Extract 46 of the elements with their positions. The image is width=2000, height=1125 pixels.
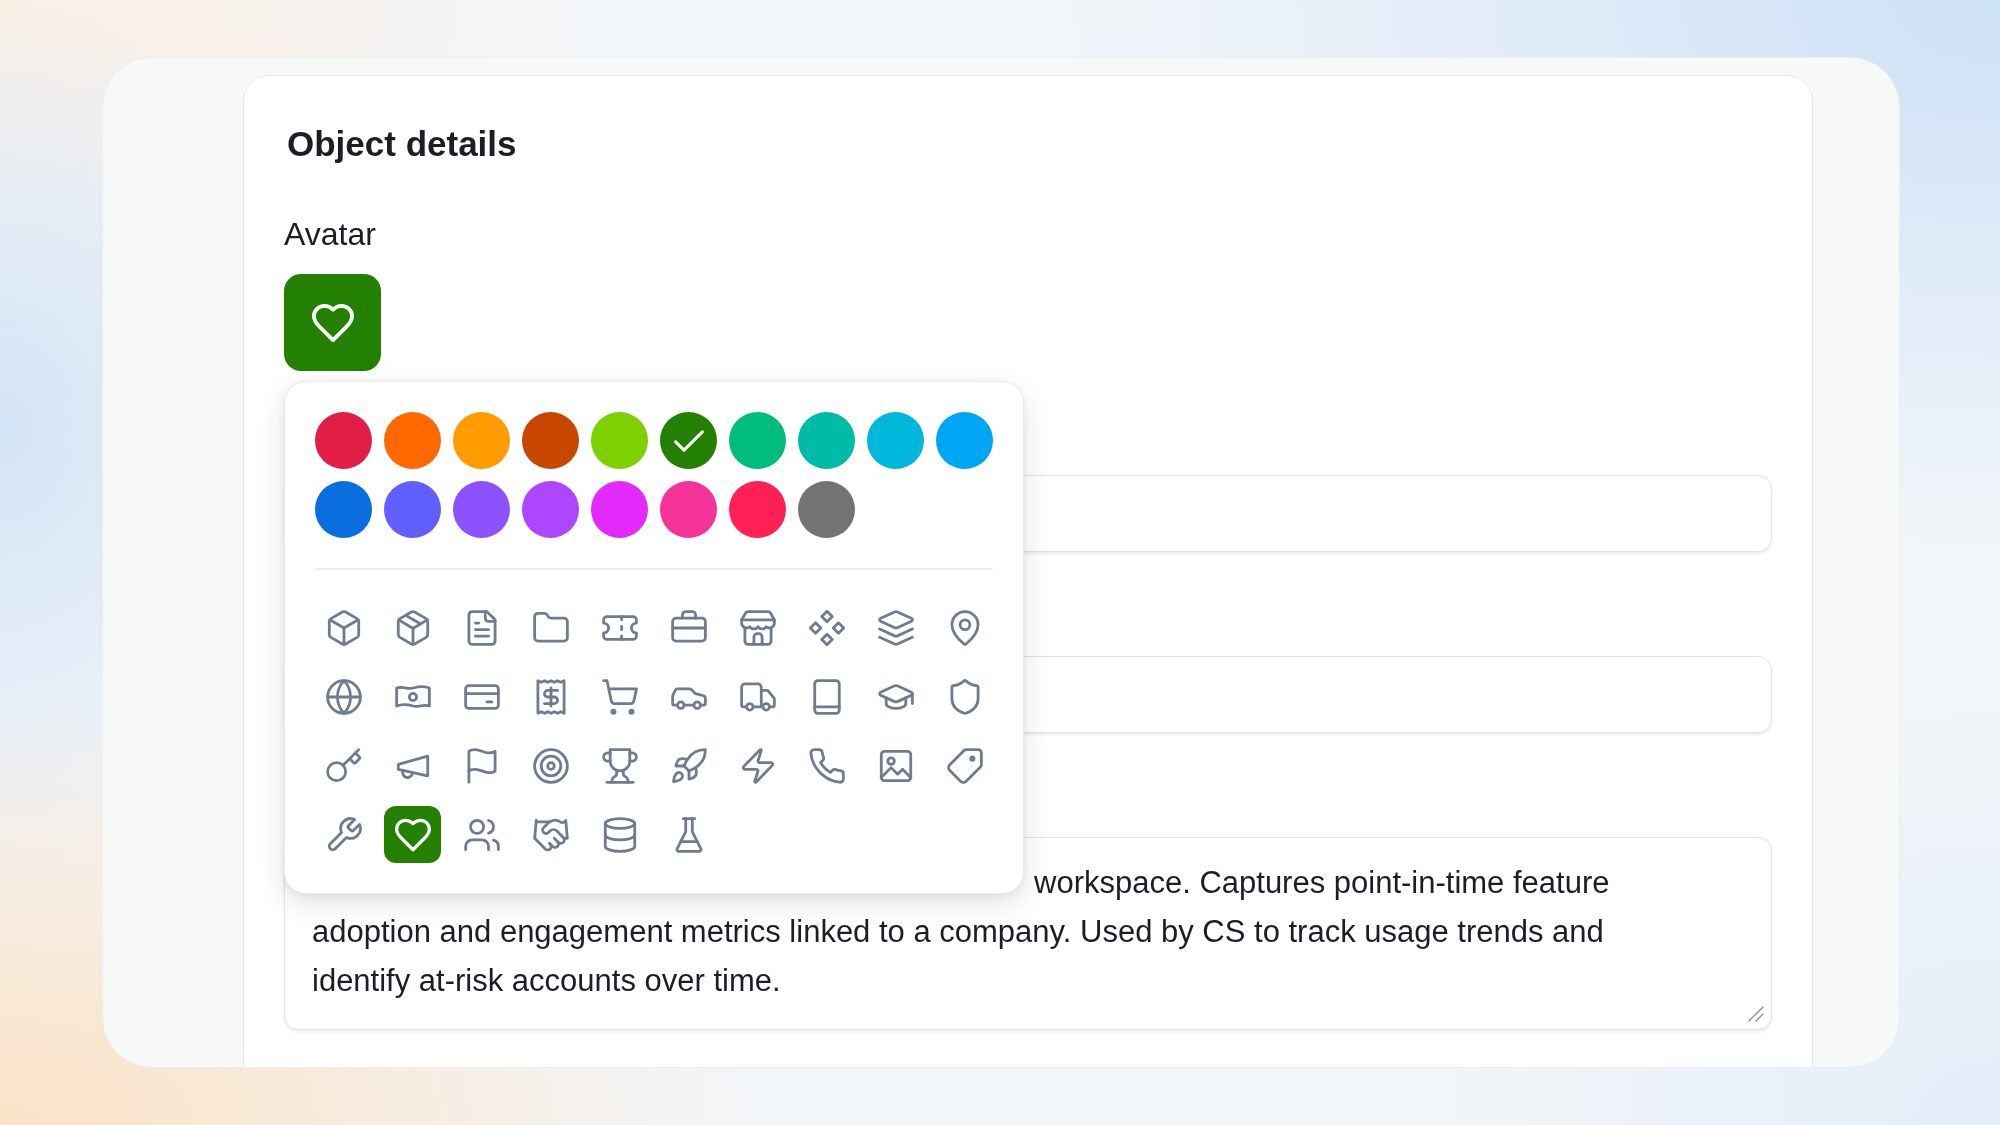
color-swatch-icon[interactable]	[522, 481, 579, 538]
users-icon[interactable]	[463, 816, 500, 853]
globe-icon[interactable]	[325, 678, 362, 715]
diamonds-icon[interactable]	[808, 609, 845, 646]
key-icon[interactable]	[325, 747, 362, 784]
section-title: Object details	[287, 123, 517, 165]
image-icon[interactable]	[877, 747, 914, 784]
avatar-button[interactable]	[284, 274, 381, 371]
tag-icon[interactable]	[946, 747, 983, 784]
target-icon[interactable]	[532, 747, 569, 784]
color-swatch-icon[interactable]	[798, 412, 855, 469]
handshake-icon[interactable]	[532, 816, 569, 853]
color-swatch-icon[interactable]	[522, 412, 579, 469]
check-icon	[673, 429, 704, 452]
color-swatch-icon[interactable]	[384, 412, 441, 469]
phone-icon[interactable]	[808, 747, 845, 784]
trophy-icon[interactable]	[601, 747, 638, 784]
color-swatch-icon[interactable]	[315, 481, 372, 538]
heart-icon	[311, 301, 354, 344]
rocket-icon[interactable]	[670, 747, 707, 784]
color-swatch-icon[interactable]	[729, 481, 786, 538]
color-swatch-icon[interactable]	[660, 412, 717, 469]
layers-icon[interactable]	[877, 609, 914, 646]
shopping-cart-icon[interactable]	[601, 678, 638, 715]
color-swatch-icon[interactable]	[453, 412, 510, 469]
color-swatch-icon[interactable]	[867, 412, 924, 469]
description-line: identify at-risk accounts over time.	[312, 962, 781, 1000]
color-swatch-icon[interactable]	[936, 412, 993, 469]
lightning-icon[interactable]	[739, 747, 776, 784]
wrench-icon[interactable]	[325, 816, 362, 853]
store-icon[interactable]	[739, 609, 776, 646]
package-icon[interactable]	[394, 609, 431, 646]
resize-handle-icon[interactable]	[1748, 1006, 1764, 1022]
description-line: workspace. Captures point-in-time feature	[1034, 864, 1610, 902]
color-swatch-icon[interactable]	[453, 481, 510, 538]
color-swatch-icon[interactable]	[660, 481, 717, 538]
color-swatch-icon[interactable]	[384, 481, 441, 538]
description-line: adoption and engagement metrics linked to a company. Used by CS to track usage trends and	[312, 913, 1604, 951]
color-swatch-icon[interactable]	[591, 412, 648, 469]
cube-icon[interactable]	[325, 609, 362, 646]
color-swatch-icon[interactable]	[798, 481, 855, 538]
color-swatch-icon[interactable]	[729, 412, 786, 469]
color-swatch-icon[interactable]	[591, 481, 648, 538]
color-swatch-icon[interactable]	[315, 412, 372, 469]
field-label: Avatar	[284, 215, 376, 253]
database-icon[interactable]	[601, 816, 638, 853]
